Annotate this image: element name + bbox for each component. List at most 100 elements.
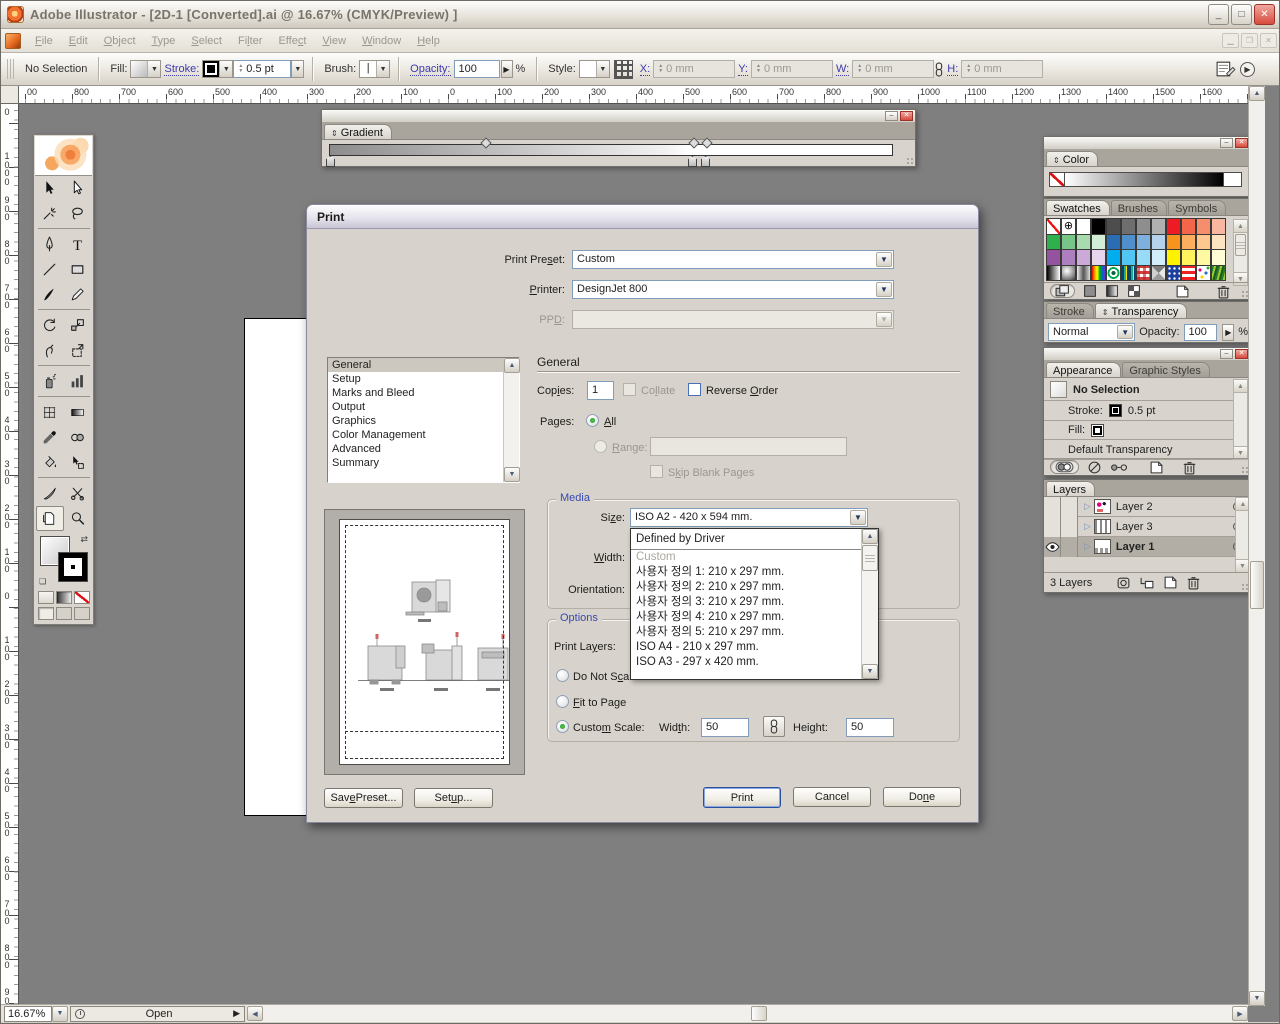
dropdown-item[interactable]: 사용자 정의 1: 210 x 297 mm. bbox=[631, 565, 861, 580]
swatch[interactable] bbox=[1136, 218, 1151, 235]
preset-combobox[interactable]: Custom▼ bbox=[572, 250, 894, 269]
minimize-icon[interactable]: – bbox=[1220, 138, 1233, 148]
make-clipping-mask-button[interactable] bbox=[1116, 575, 1131, 590]
close-icon[interactable]: ✕ bbox=[1235, 349, 1248, 359]
tool-scissors[interactable] bbox=[64, 481, 92, 506]
tab-stroke[interactable]: Stroke bbox=[1046, 303, 1094, 318]
w-link[interactable]: W: bbox=[836, 63, 849, 76]
swatch[interactable] bbox=[1166, 249, 1181, 266]
close-icon[interactable]: ✕ bbox=[900, 111, 913, 121]
tab-brushes[interactable]: Brushes bbox=[1111, 200, 1167, 215]
new-art-basic-appearance-button[interactable] bbox=[1050, 460, 1079, 474]
swatch[interactable] bbox=[1166, 218, 1181, 235]
reverse-order-checkbox[interactable] bbox=[688, 383, 701, 396]
swatch[interactable] bbox=[1211, 265, 1226, 282]
menu-select[interactable]: Select bbox=[183, 32, 230, 50]
color-spectrum-bar[interactable] bbox=[1049, 172, 1242, 187]
swatch[interactable] bbox=[1136, 265, 1151, 282]
show-gradient-swatches-button[interactable] bbox=[1105, 284, 1119, 298]
tool-selection[interactable] bbox=[36, 176, 64, 201]
size-combobox[interactable]: ISO A2 - 420 x 594 mm.▼ bbox=[630, 508, 868, 527]
tool-scale[interactable] bbox=[64, 313, 92, 338]
dropdown-scrollbar[interactable]: ▲ ▼ bbox=[861, 529, 878, 679]
stroke-link[interactable]: Stroke: bbox=[164, 63, 199, 76]
chevron-right-icon[interactable]: ▶ bbox=[1222, 324, 1234, 341]
appearance-scrollbar[interactable]: ▲ ▼ bbox=[1233, 379, 1248, 460]
list-scrollbar[interactable]: ▲ ▼ bbox=[503, 358, 519, 482]
dropdown-item[interactable]: 사용자 정의 4: 210 x 297 mm. bbox=[631, 610, 861, 625]
tool-paintbrush[interactable] bbox=[36, 282, 64, 307]
close-button[interactable]: ✕ bbox=[1254, 4, 1275, 25]
y-link[interactable]: Y: bbox=[738, 63, 748, 76]
fill-stroke-control[interactable]: ⇄ ❏ bbox=[37, 534, 90, 588]
w-field[interactable]: ▲▼0 mm bbox=[852, 60, 934, 78]
menu-edit[interactable]: Edit bbox=[61, 32, 96, 50]
tab-layers[interactable]: Layers bbox=[1046, 481, 1095, 496]
setup-button[interactable]: Setup... bbox=[414, 788, 493, 808]
fill-swatch[interactable] bbox=[131, 61, 147, 77]
swatch[interactable] bbox=[1181, 218, 1196, 235]
ruler-origin[interactable] bbox=[1, 86, 19, 104]
swatch[interactable] bbox=[1151, 265, 1166, 282]
swatch[interactable] bbox=[1106, 218, 1121, 235]
tool-type[interactable]: T bbox=[64, 232, 92, 257]
tool-eyedropper[interactable] bbox=[36, 425, 64, 450]
layer-row-layer-2[interactable]: ▷Layer 2 bbox=[1044, 497, 1250, 517]
delete-button[interactable] bbox=[1182, 460, 1197, 475]
tab-graphic-styles[interactable]: Graphic Styles bbox=[1122, 362, 1210, 377]
doc-restore-icon[interactable]: ❐ bbox=[1241, 33, 1258, 48]
tab-color[interactable]: ⇕Color bbox=[1046, 151, 1098, 166]
stroke-weight-field[interactable]: ▲▼ 0.5 pt bbox=[233, 60, 291, 78]
section-output[interactable]: Output bbox=[328, 400, 519, 414]
swatch[interactable] bbox=[1196, 234, 1211, 251]
dropdown-item[interactable]: ISO A3 - 297 x 420 mm. bbox=[631, 655, 861, 670]
default-fill-stroke-icon[interactable]: ❏ bbox=[39, 577, 46, 586]
minimize-button[interactable]: _ bbox=[1208, 4, 1229, 25]
minimize-icon[interactable]: – bbox=[885, 111, 898, 121]
expand-icon[interactable]: ▷ bbox=[1084, 501, 1091, 512]
section-general[interactable]: General bbox=[328, 358, 519, 372]
print-preview[interactable] bbox=[324, 509, 525, 775]
dropdown-item[interactable]: Defined by Driver bbox=[631, 529, 861, 549]
tool-live-paint-selection[interactable] bbox=[64, 450, 92, 475]
panel-titlebar[interactable]: – ✕ bbox=[1044, 137, 1250, 150]
x-field[interactable]: ▲▼0 mm bbox=[653, 60, 735, 78]
controlbar-grip[interactable] bbox=[7, 59, 14, 79]
title-bar[interactable]: Adobe Illustrator - [2D-1 [Converted].ai… bbox=[1, 1, 1280, 29]
status-well[interactable]: Open ▶ bbox=[70, 1006, 245, 1022]
tool-blend[interactable] bbox=[64, 425, 92, 450]
tool-free-transform[interactable] bbox=[64, 338, 92, 363]
expand-icon[interactable]: ▷ bbox=[1084, 521, 1091, 532]
swatch[interactable] bbox=[1076, 234, 1091, 251]
swatch[interactable] bbox=[1151, 249, 1166, 266]
brush-dropdown[interactable]: | ▼ bbox=[359, 60, 390, 78]
gradient-stop-icon[interactable] bbox=[688, 156, 697, 167]
swatch[interactable] bbox=[1076, 218, 1091, 235]
scroll-up-icon[interactable]: ▲ bbox=[862, 529, 878, 544]
opacity-link[interactable]: Opacity: bbox=[410, 63, 450, 76]
swatch[interactable] bbox=[1151, 218, 1166, 235]
style-dropdown[interactable]: ▼ bbox=[579, 60, 610, 78]
scroll-up-icon[interactable]: ▲ bbox=[1249, 86, 1265, 101]
swatch[interactable] bbox=[1061, 265, 1076, 282]
section-color-management[interactable]: Color Management bbox=[328, 428, 519, 442]
scroll-right-icon[interactable]: ▶ bbox=[1232, 1006, 1248, 1021]
print-dialog-titlebar[interactable]: Print bbox=[307, 205, 978, 229]
swatch[interactable] bbox=[1211, 234, 1226, 251]
swap-fill-stroke-icon[interactable]: ⇄ bbox=[80, 534, 88, 545]
scroll-up-icon[interactable]: ▲ bbox=[1234, 220, 1247, 233]
doc-close-icon[interactable]: ✕ bbox=[1260, 33, 1277, 48]
layer-name[interactable]: Layer 3 bbox=[1116, 521, 1153, 533]
print-sections-list[interactable]: ▲ ▼ GeneralSetupMarks and BleedOutputGra… bbox=[327, 357, 520, 483]
gradient-button[interactable] bbox=[56, 591, 72, 604]
tool-graph[interactable] bbox=[64, 369, 92, 394]
tab-swatches[interactable]: Swatches bbox=[1046, 200, 1110, 215]
maximize-button[interactable]: □ bbox=[1231, 4, 1252, 25]
h-field[interactable]: ▲▼0 mm bbox=[961, 60, 1043, 78]
visibility-toggle[interactable] bbox=[1044, 497, 1061, 517]
blend-mode-combobox[interactable]: Normal▼ bbox=[1048, 323, 1135, 341]
stroke-swatch-dropdown[interactable]: ▼ bbox=[202, 60, 233, 78]
stroke-swatch[interactable] bbox=[203, 61, 219, 77]
visibility-toggle[interactable] bbox=[1044, 517, 1061, 537]
swatch[interactable] bbox=[1181, 249, 1196, 266]
